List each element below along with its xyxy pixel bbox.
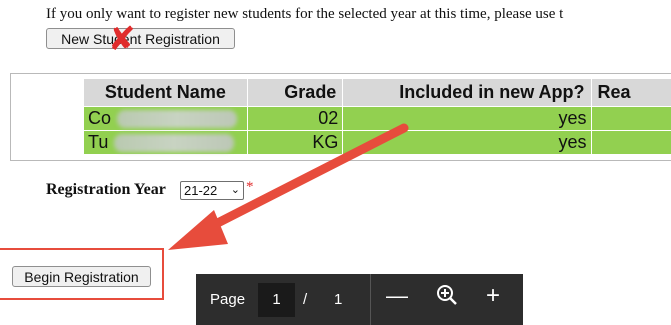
included-cell: yes: [342, 130, 592, 155]
required-marker: *: [246, 179, 254, 195]
registration-year-value: 21-22: [184, 183, 218, 198]
registration-year-label: Registration Year: [46, 181, 166, 198]
begin-registration-button[interactable]: Begin Registration: [12, 266, 151, 287]
grade-cell: 02: [246, 106, 344, 131]
grade-cell: KG: [246, 130, 344, 155]
student-name-cell: Tu: [83, 130, 248, 155]
header-student-name: Student Name: [83, 78, 248, 107]
header-included: Included in new App?: [342, 78, 592, 107]
page-separator: /: [303, 291, 308, 308]
reason-cell: [590, 106, 671, 131]
registration-year-select[interactable]: 21-22 ⌄: [180, 181, 244, 200]
redacted-name-blur: [117, 110, 238, 129]
current-page-input[interactable]: 1: [258, 283, 295, 317]
students-table: Student Name Grade Included in new App? …: [83, 78, 671, 155]
students-table-container: Student Name Grade Included in new App? …: [10, 73, 671, 161]
student-name-cell: Co: [83, 106, 248, 131]
zoom-in-button[interactable]: +: [486, 282, 500, 310]
reason-cell: [590, 130, 671, 155]
total-pages: 1: [334, 291, 343, 308]
pdf-toolbar: Page 1 / 1 — +: [196, 274, 523, 325]
student-name-text: Tu: [88, 132, 109, 152]
table-row: Tu KG yes: [83, 130, 671, 155]
student-name-text: Co: [88, 108, 112, 128]
new-student-registration-button[interactable]: New Student Registration: [46, 28, 235, 49]
redacted-name-blur: [114, 134, 235, 153]
table-header-row: Student Name Grade Included in new App? …: [83, 78, 671, 107]
included-cell: yes: [342, 106, 592, 131]
table-row: Co 02 yes: [83, 106, 671, 131]
red-x-annotation-icon: ✘: [108, 19, 136, 58]
header-grade: Grade: [246, 78, 344, 107]
zoom-magnifier-icon[interactable]: [436, 284, 458, 310]
header-reason: Rea: [590, 78, 671, 107]
zoom-out-button[interactable]: —: [386, 283, 408, 309]
chevron-down-icon: ⌄: [230, 184, 240, 196]
page-label: Page: [210, 291, 246, 308]
toolbar-divider: [370, 274, 371, 325]
